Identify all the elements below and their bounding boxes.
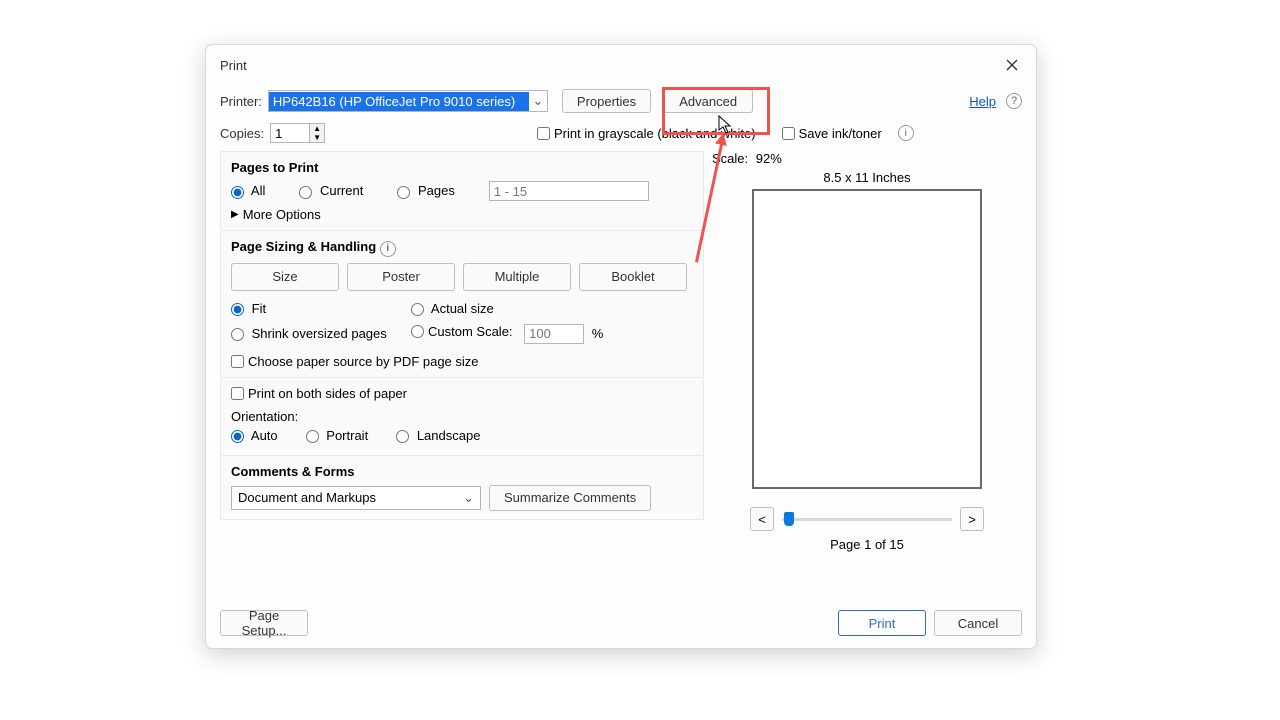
multiple-button[interactable]: Multiple <box>463 263 571 291</box>
custom-scale-input[interactable] <box>524 324 584 344</box>
poster-button[interactable]: Poster <box>347 263 455 291</box>
grayscale-checkbox[interactable]: Print in grayscale (black and white) <box>537 126 756 141</box>
spin-up-icon[interactable]: ▲ <box>310 124 324 133</box>
duplex-orientation-group: Print on both sides of paper Orientation… <box>220 378 704 456</box>
spin-down-icon[interactable]: ▼ <box>310 133 324 142</box>
print-button[interactable]: Print <box>838 610 926 636</box>
printer-label: Printer: <box>220 94 262 109</box>
size-button[interactable]: Size <box>231 263 339 291</box>
next-page-button[interactable]: > <box>960 507 984 531</box>
actual-size-radio[interactable]: Actual size <box>411 301 693 316</box>
summarize-comments-button[interactable]: Summarize Comments <box>489 485 651 511</box>
duplex-checkbox[interactable]: Print on both sides of paper <box>231 386 693 401</box>
comments-selected: Document and Markups <box>238 490 376 505</box>
booklet-button[interactable]: Booklet <box>579 263 687 291</box>
pages-range-radio[interactable]: Pages <box>397 183 455 198</box>
slider-thumb-icon[interactable] <box>784 512 794 526</box>
page-preview <box>752 189 982 489</box>
choose-source-checkbox[interactable]: Choose paper source by PDF page size <box>231 354 693 369</box>
page-indicator: Page 1 of 15 <box>712 537 1022 552</box>
sizing-title: Page Sizing & Handling i <box>231 239 693 257</box>
cancel-button[interactable]: Cancel <box>934 610 1022 636</box>
orientation-portrait-radio[interactable]: Portrait <box>306 428 369 443</box>
info-icon[interactable]: i <box>898 125 914 141</box>
pages-to-print-group: Pages to Print All Current Pages ▶ More … <box>220 151 704 231</box>
copies-input[interactable] <box>270 123 310 143</box>
pages-all-radio[interactable]: All <box>231 183 265 198</box>
properties-button[interactable]: Properties <box>562 89 651 113</box>
pages-to-print-title: Pages to Print <box>231 160 693 175</box>
shrink-radio[interactable]: Shrink oversized pages <box>231 326 411 341</box>
triangle-right-icon: ▶ <box>231 209 239 220</box>
pages-current-radio[interactable]: Current <box>299 183 363 198</box>
custom-scale-radio[interactable]: Custom Scale: <box>411 324 513 339</box>
percent-label: % <box>592 326 604 341</box>
scale-label: Scale: <box>712 151 748 166</box>
titlebar: Print <box>206 45 1036 81</box>
page-setup-button[interactable]: Page Setup... <box>220 610 308 636</box>
print-dialog: Print Printer: HP642B16 (HP OfficeJet Pr… <box>205 44 1037 649</box>
comments-forms-group: Comments & Forms Document and Markups ⌄ … <box>220 456 704 520</box>
paper-dimensions: 8.5 x 11 Inches <box>712 170 1022 185</box>
prev-page-button[interactable]: < <box>750 507 774 531</box>
close-button[interactable] <box>1002 55 1022 75</box>
help-icon[interactable]: ? <box>1006 93 1022 109</box>
more-options-toggle[interactable]: ▶ More Options <box>231 207 693 222</box>
comments-select[interactable]: Document and Markups ⌄ <box>231 486 481 510</box>
saveink-checkbox[interactable]: Save ink/toner <box>782 126 882 141</box>
chevron-down-icon: ⌄ <box>463 490 474 506</box>
printer-select[interactable]: HP642B16 (HP OfficeJet Pro 9010 series) … <box>268 90 548 112</box>
dialog-title: Print <box>220 58 1002 73</box>
orientation-auto-radio[interactable]: Auto <box>231 428 278 443</box>
page-slider[interactable] <box>782 518 952 521</box>
saveink-label: Save ink/toner <box>799 126 882 141</box>
pages-range-input[interactable] <box>489 181 649 201</box>
fit-radio[interactable]: Fit <box>231 301 411 316</box>
scale-value: 92% <box>756 151 782 166</box>
printer-selected: HP642B16 (HP OfficeJet Pro 9010 series) <box>269 92 529 111</box>
advanced-button[interactable]: Advanced <box>663 89 753 113</box>
grayscale-label: Print in grayscale (black and white) <box>554 126 756 141</box>
help-link[interactable]: Help <box>969 94 996 109</box>
info-icon[interactable]: i <box>380 241 396 257</box>
more-options-label: More Options <box>243 207 321 222</box>
orientation-label: Orientation: <box>231 409 693 424</box>
comments-title: Comments & Forms <box>231 464 693 479</box>
sizing-group: Page Sizing & Handling i Size Poster Mul… <box>220 231 704 378</box>
chevron-down-icon: ⌄ <box>529 93 547 109</box>
copies-stepper[interactable]: ▲▼ <box>270 123 325 143</box>
orientation-landscape-radio[interactable]: Landscape <box>396 428 480 443</box>
preview-panel: Scale: 92% 8.5 x 11 Inches < > Page 1 of… <box>712 151 1022 552</box>
copies-label: Copies: <box>220 126 264 141</box>
